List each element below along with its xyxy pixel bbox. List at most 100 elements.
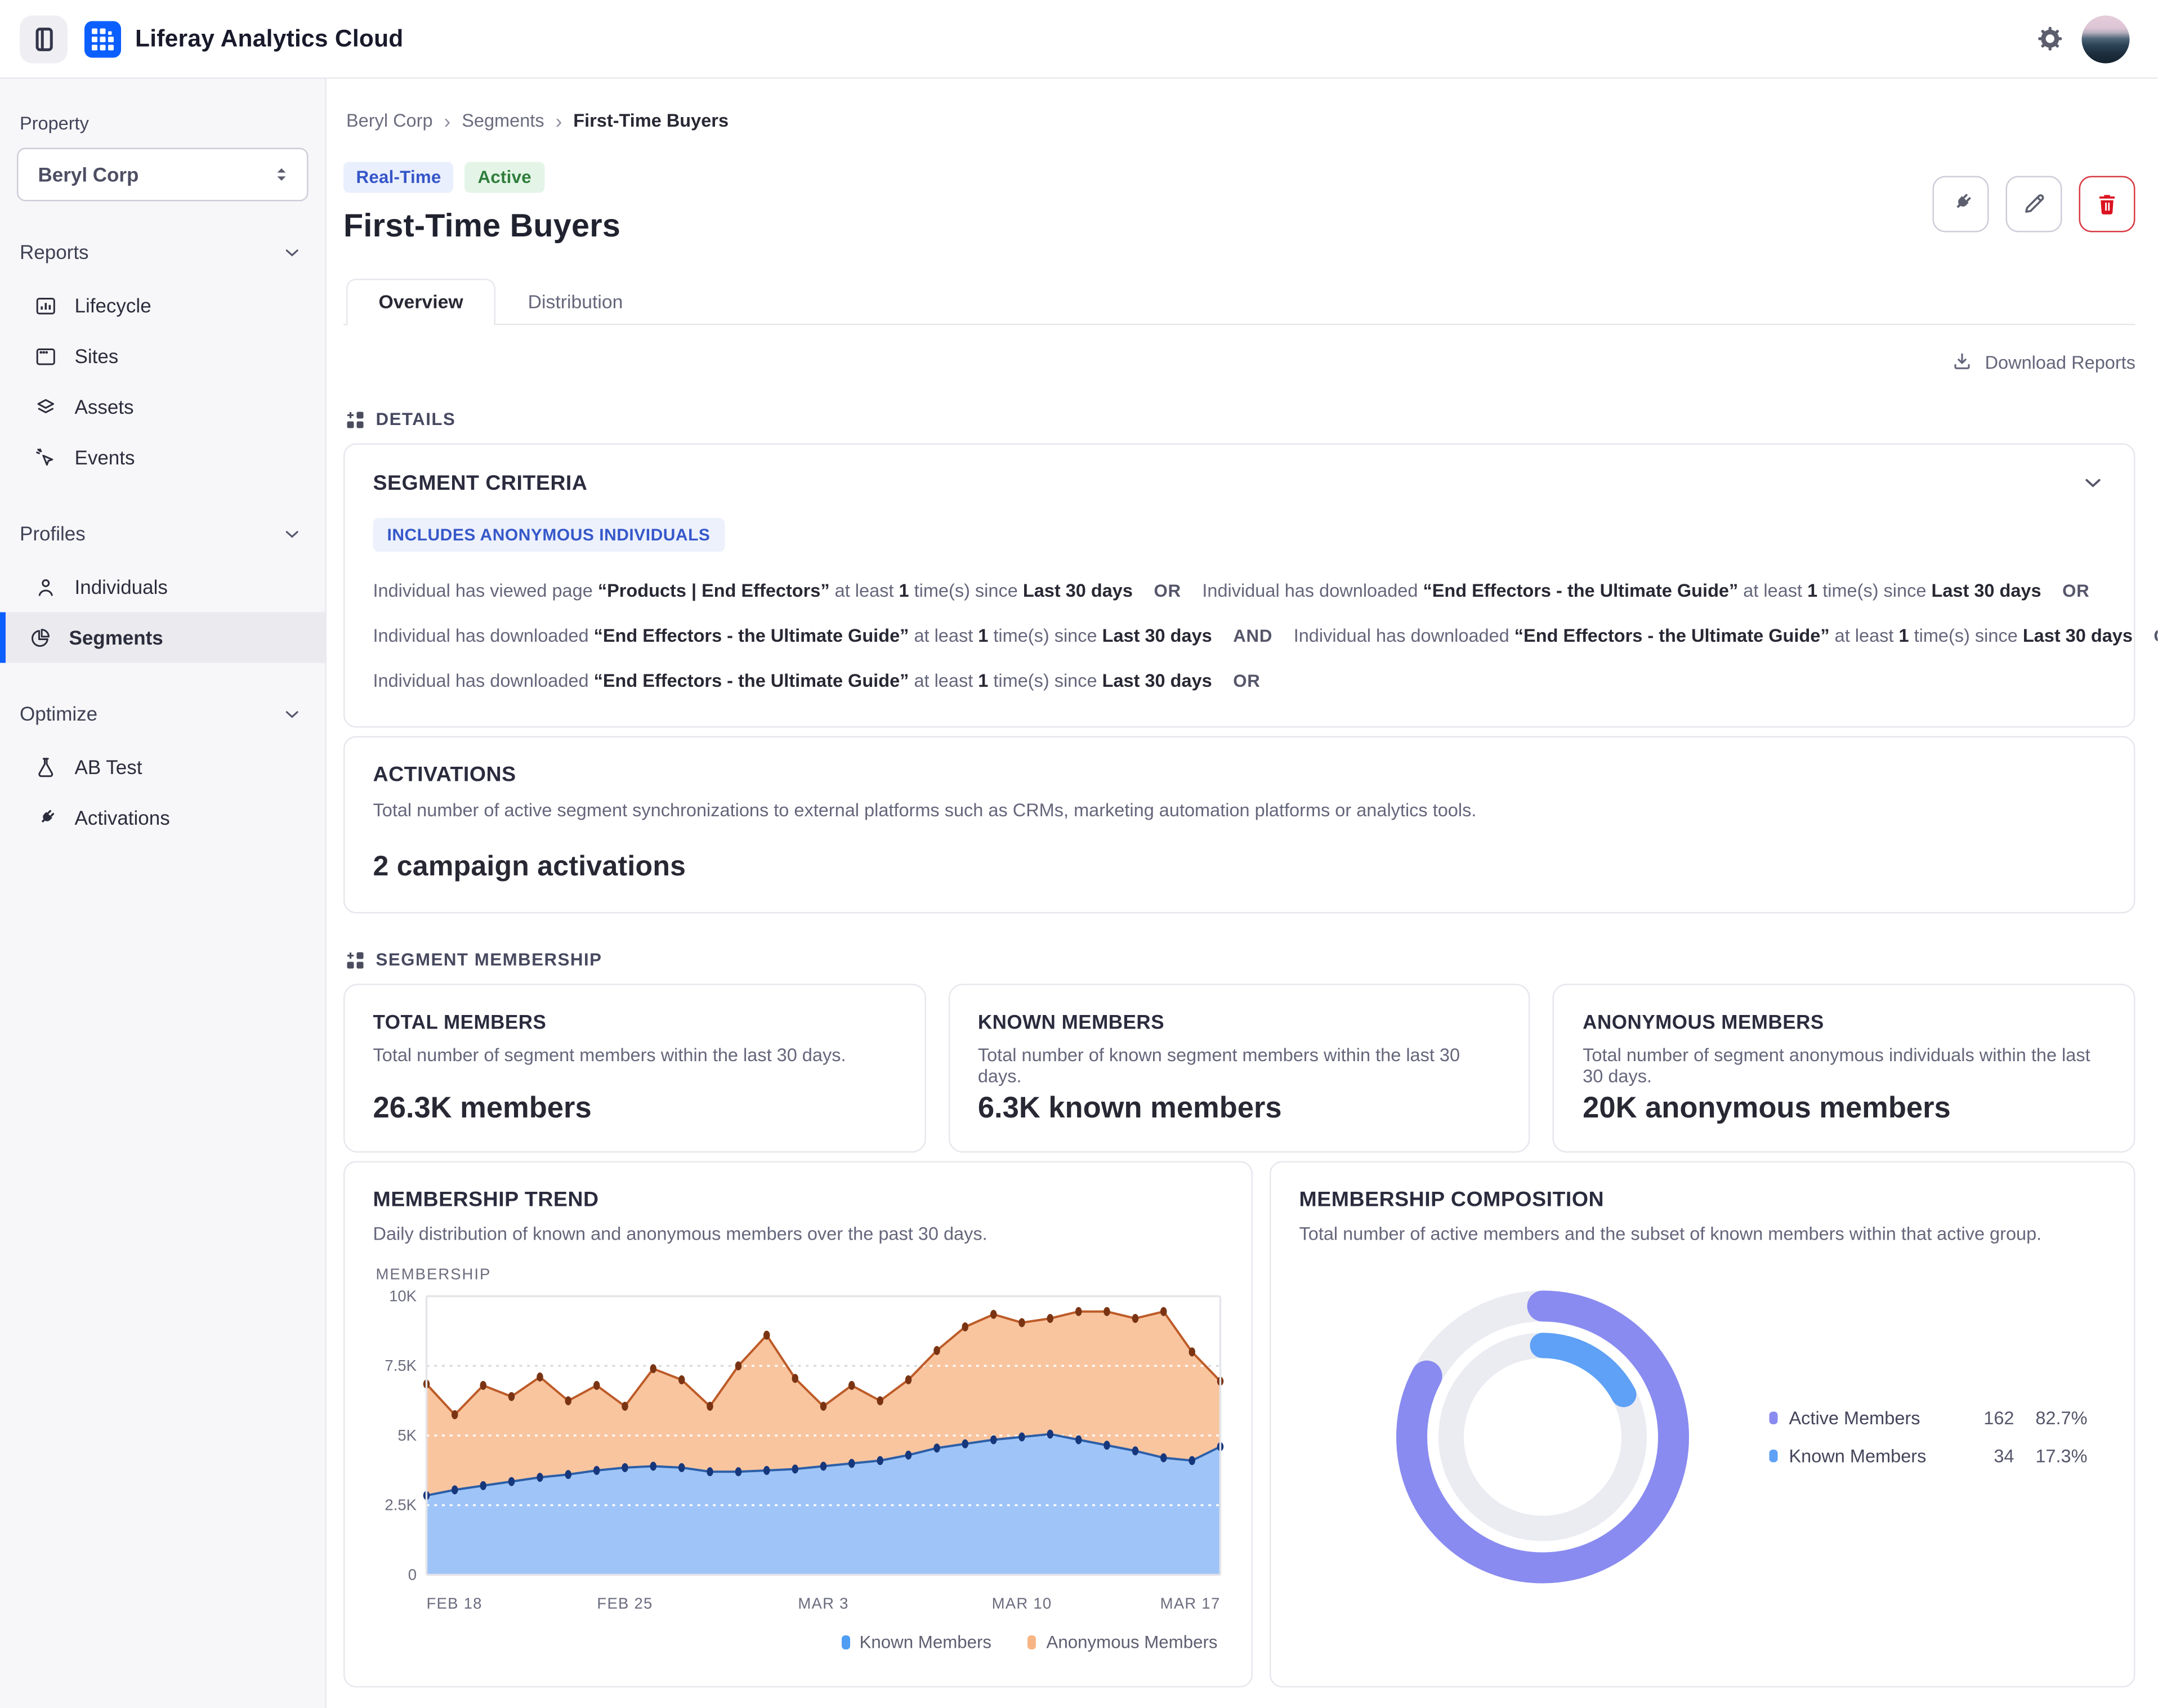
sidebar-item-label: Events (75, 446, 135, 469)
anonymous-individuals-badge: INCLUDES ANONYMOUS INDIVIDUALS (373, 518, 725, 552)
membership-section-text: SEGMENT MEMBERSHIP (376, 950, 602, 970)
segment-criteria-card: SEGMENT CRITERIA INCLUDES ANONYMOUS INDI… (343, 444, 2135, 728)
trend-title: MEMBERSHIP TREND (373, 1188, 1226, 1212)
stat-value: 6.3K known members (978, 1092, 1501, 1126)
legend-label: Active Members (1789, 1407, 1955, 1429)
svg-text:MAR 17: MAR 17 (1160, 1595, 1221, 1612)
svg-text:MAR 3: MAR 3 (798, 1595, 848, 1612)
edit-button[interactable] (2006, 175, 2062, 231)
svg-text:MAR 10: MAR 10 (992, 1595, 1052, 1612)
svg-text:10K: 10K (389, 1289, 417, 1304)
sidebar-item-label: Lifecycle (75, 294, 151, 317)
section-label: Profiles (20, 522, 86, 545)
activations-card: ACTIVATIONS Total number of active segme… (343, 736, 2135, 914)
download-reports-button[interactable]: Download Reports (1951, 351, 2135, 373)
breadcrumb-item[interactable]: Beryl Corp (346, 110, 433, 131)
sidebar-item-activations[interactable]: Activations (0, 793, 325, 843)
sidebar-toggle-button[interactable] (20, 15, 68, 62)
sidebar-item-label: Activations (75, 807, 170, 829)
sidebar-item-events[interactable]: Events (0, 432, 325, 483)
sidebar-section-reports: Reports Lifecycle Sites Assets (0, 241, 325, 483)
legend-value: 162 (1955, 1407, 2014, 1429)
sidebar-section-optimize: Optimize AB Test Activations (0, 703, 325, 843)
chevron-down-icon (282, 242, 303, 263)
activations-button[interactable] (1933, 175, 1989, 231)
section-label: Reports (20, 241, 89, 263)
membership-composition-card: MEMBERSHIP COMPOSITION Total number of a… (1270, 1161, 2135, 1688)
liferay-logo-icon (84, 20, 121, 57)
legend-marker (841, 1635, 850, 1649)
stat-title: ANONYMOUS MEMBERS (1583, 1011, 2106, 1033)
composition-title: MEMBERSHIP COMPOSITION (1299, 1188, 2106, 1212)
anonymous-members-card: ANONYMOUS MEMBERS Total number of segmen… (1553, 984, 2135, 1153)
details-section-text: DETAILS (376, 410, 456, 430)
cards-grid-icon (346, 410, 365, 429)
page-title: First-Time Buyers (343, 207, 620, 245)
breadcrumb-item[interactable]: Segments (462, 110, 544, 131)
chevron-right-icon: › (556, 110, 562, 130)
sidebar-section-profiles: Profiles Individuals Segments (0, 522, 325, 663)
trend-legend: Known Members Anonymous Members (373, 1633, 1226, 1652)
pencil-icon (2021, 190, 2048, 217)
svg-text:FEB 25: FEB 25 (597, 1595, 653, 1612)
plug-icon (34, 806, 58, 830)
stat-description: Total number of segment members within t… (373, 1044, 896, 1066)
property-select[interactable]: Beryl Corp (17, 148, 309, 202)
gear-icon (2035, 24, 2065, 54)
delete-button[interactable] (2079, 175, 2135, 231)
sidebar-section-optimize-header[interactable]: Optimize (0, 703, 325, 725)
realtime-badge: Real-Time (343, 162, 454, 193)
stat-title: TOTAL MEMBERS (373, 1011, 896, 1033)
collapse-criteria-button[interactable] (2080, 470, 2106, 495)
stat-value: 20K anonymous members (1583, 1092, 2106, 1126)
top-bar: Liferay Analytics Cloud (0, 0, 2158, 79)
sidebar-item-label: Segments (69, 627, 163, 649)
sidebar-item-segments[interactable]: Segments (0, 612, 325, 663)
trend-area-chart[interactable]: 10K7.5K5K2.5K0FEB 18FEB 25MAR 3MAR 10MAR… (373, 1289, 1226, 1621)
sidebar-item-individuals[interactable]: Individuals (0, 562, 325, 612)
legend-marker (1770, 1450, 1778, 1463)
main-content: Beryl Corp › Segments › First-Time Buyer… (327, 79, 2158, 1708)
trend-y-axis-title: MEMBERSHIP (376, 1267, 1226, 1284)
legend-item: Known Members (841, 1633, 991, 1652)
page-actions (1933, 175, 2135, 231)
legend-marker (1028, 1635, 1036, 1649)
chevron-down-icon (282, 703, 303, 725)
sidebar-item-label: AB Test (75, 756, 142, 779)
user-avatar[interactable] (2082, 15, 2130, 62)
flask-icon (34, 755, 58, 779)
sidebar-item-label: Individuals (75, 576, 168, 598)
charts-row: MEMBERSHIP TREND Daily distribution of k… (343, 1161, 2135, 1699)
activations-value: 2 campaign activations (373, 852, 2106, 884)
stat-description: Total number of known segment members wi… (978, 1044, 1501, 1086)
details-section-label: DETAILS (346, 410, 2135, 430)
sidebar-item-assets[interactable]: Assets (0, 382, 325, 432)
activations-description: Total number of active segment synchroni… (373, 799, 2106, 821)
pie-chart-icon (28, 625, 52, 650)
criteria-rows: Individual has viewed page “Products | E… (373, 569, 2106, 704)
layers-icon (34, 395, 58, 419)
cursor-click-icon (34, 445, 58, 470)
section-label: Optimize (20, 703, 97, 725)
sidebar-section-reports-header[interactable]: Reports (0, 241, 325, 263)
plug-icon (1947, 190, 1974, 217)
chevron-down-icon (282, 523, 303, 544)
person-icon (34, 575, 58, 599)
tab-overview[interactable]: Overview (346, 279, 495, 325)
legend-marker (1770, 1412, 1778, 1425)
chevron-down-icon (2080, 470, 2106, 495)
sidebar-item-lifecycle[interactable]: Lifecycle (0, 280, 325, 331)
sidebar-item-ab-test[interactable]: AB Test (0, 742, 325, 793)
stat-value: 26.3K members (373, 1092, 896, 1126)
download-reports-label: Download Reports (1985, 351, 2135, 373)
tab-distribution[interactable]: Distribution (495, 279, 655, 325)
sidebar-item-label: Sites (75, 345, 119, 368)
chevron-right-icon: › (444, 110, 451, 130)
membership-stats-row: TOTAL MEMBERS Total number of segment me… (343, 984, 2135, 1153)
sidebar-item-sites[interactable]: Sites (0, 331, 325, 382)
settings-button[interactable] (2035, 24, 2065, 54)
sidebar-section-profiles-header[interactable]: Profiles (0, 522, 325, 545)
svg-text:7.5K: 7.5K (385, 1357, 417, 1374)
legend-item: Anonymous Members (1028, 1633, 1217, 1652)
composition-donut-chart[interactable] (1381, 1275, 1705, 1599)
